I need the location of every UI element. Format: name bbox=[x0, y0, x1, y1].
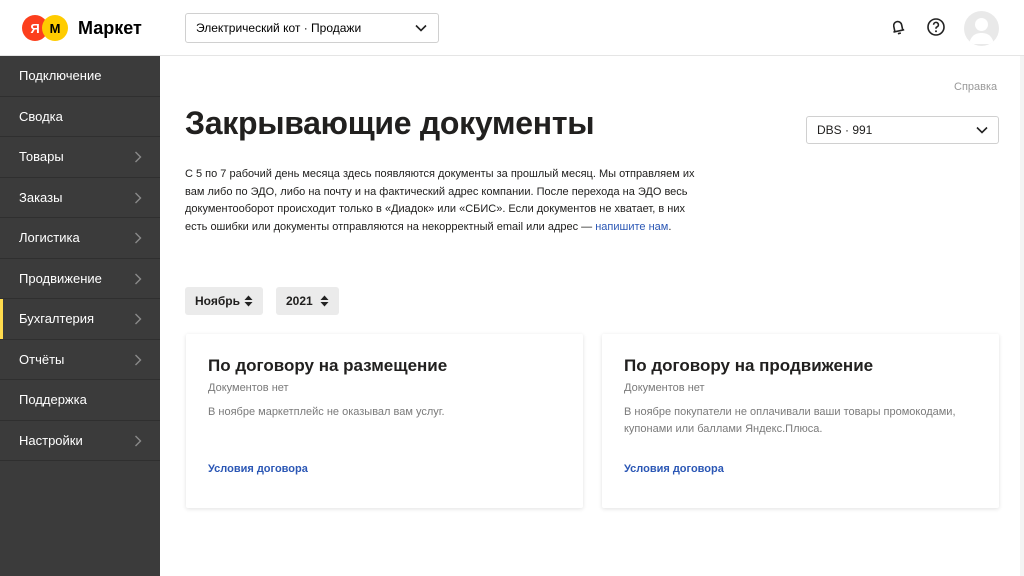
year-value: 2021 bbox=[286, 294, 313, 308]
card-text: В ноябре покупатели не оплачивали ваши т… bbox=[624, 406, 956, 435]
sidebar-item[interactable]: Поддержка bbox=[0, 380, 160, 421]
chevron-right-icon bbox=[135, 313, 142, 325]
sidebar: Подключение Сводка Товары Заказы Логистика Пр… bbox=[0, 56, 160, 576]
chevron-right-icon bbox=[135, 192, 142, 203]
shop-select[interactable]: Электрический кот · Продажи bbox=[185, 13, 439, 43]
sidebar-item-label: Отчёты bbox=[19, 351, 65, 367]
chevron-down-icon bbox=[976, 126, 988, 134]
chevron-right-icon bbox=[135, 232, 142, 244]
sidebar-item[interactable]: Логистика bbox=[0, 218, 160, 259]
promotion-contract-card: По договору на продвижение Документов не… bbox=[602, 334, 999, 508]
logo-text: Маркет bbox=[78, 17, 142, 38]
campaign-select[interactable]: DBS · 991 bbox=[806, 116, 999, 144]
card-title: По договору на размещение bbox=[208, 356, 448, 375]
card-title: По договору на продвижение bbox=[624, 356, 874, 375]
sidebar-item[interactable]: Отчёты bbox=[0, 340, 160, 380]
intro-paragraph: С 5 по 7 рабочий день месяца здесь появл… bbox=[185, 166, 705, 236]
market-logo[interactable]: Я М Маркет bbox=[22, 15, 142, 41]
shop-select-value: Электрический кот · Продажи bbox=[196, 21, 362, 35]
avatar-silhouette-icon bbox=[969, 18, 994, 44]
sidebar-item-label: Логистика bbox=[19, 230, 80, 246]
sidebar-item-label: Бухгалтерия bbox=[19, 311, 95, 327]
sidebar-item[interactable]: Настройки bbox=[0, 421, 160, 461]
sidebar-item-label: Настройки bbox=[19, 432, 83, 448]
page-title: Закрывающие документы bbox=[185, 105, 595, 141]
card-status: Документов нет bbox=[208, 382, 289, 394]
bell-icon[interactable] bbox=[888, 17, 908, 37]
sidebar-item[interactable]: Бухгалтерия bbox=[0, 299, 160, 340]
year-select[interactable]: 2021 bbox=[276, 287, 339, 315]
sidebar-item-label: Продвижение bbox=[19, 270, 102, 286]
sidebar-item[interactable]: Заказы bbox=[0, 178, 160, 218]
contract-terms-link[interactable]: Условия договора bbox=[208, 463, 308, 475]
intro-end: . bbox=[668, 220, 672, 233]
chevron-right-icon bbox=[135, 273, 142, 284]
chevron-right-icon bbox=[135, 435, 142, 446]
placement-contract-card: По договору на размещение Документов нет… bbox=[186, 334, 583, 508]
sidebar-item[interactable]: Подключение bbox=[0, 56, 160, 97]
sidebar-item[interactable]: Товары bbox=[0, 137, 160, 178]
sidebar-item-label: Поддержка bbox=[19, 392, 87, 408]
avatar[interactable] bbox=[964, 11, 999, 46]
month-value: Ноябрь bbox=[195, 294, 240, 308]
chevron-down-icon bbox=[415, 24, 427, 32]
sidebar-item[interactable]: Продвижение bbox=[0, 259, 160, 299]
chevron-right-icon bbox=[135, 354, 142, 365]
sidebar-item-label: Заказы bbox=[19, 189, 63, 205]
sidebar-item-label: Подключение bbox=[19, 68, 102, 84]
card-text: В ноябре маркетплейс не оказывал вам усл… bbox=[208, 406, 445, 418]
sort-arrows-icon bbox=[244, 295, 253, 307]
contact-us-link[interactable]: напишите нам bbox=[595, 221, 668, 233]
card-status: Документов нет bbox=[624, 382, 705, 394]
help-link[interactable]: Справка bbox=[954, 81, 997, 93]
help-icon[interactable] bbox=[926, 17, 946, 37]
contract-terms-link[interactable]: Условия договора bbox=[624, 463, 724, 475]
sidebar-item[interactable]: Сводка bbox=[0, 97, 160, 137]
sidebar-item-label: Товары bbox=[19, 149, 64, 165]
sidebar-item-label: Сводка bbox=[19, 108, 63, 124]
logo-mark-m: М bbox=[42, 15, 68, 41]
month-select[interactable]: Ноябрь bbox=[185, 287, 263, 315]
top-header: Я М Маркет Электрический кот · Продажи bbox=[0, 0, 1024, 56]
sort-arrows-icon bbox=[320, 295, 329, 307]
chevron-right-icon bbox=[135, 151, 142, 163]
scrollbar-track[interactable] bbox=[1020, 56, 1024, 576]
campaign-select-value: DBS · 991 bbox=[817, 123, 873, 137]
